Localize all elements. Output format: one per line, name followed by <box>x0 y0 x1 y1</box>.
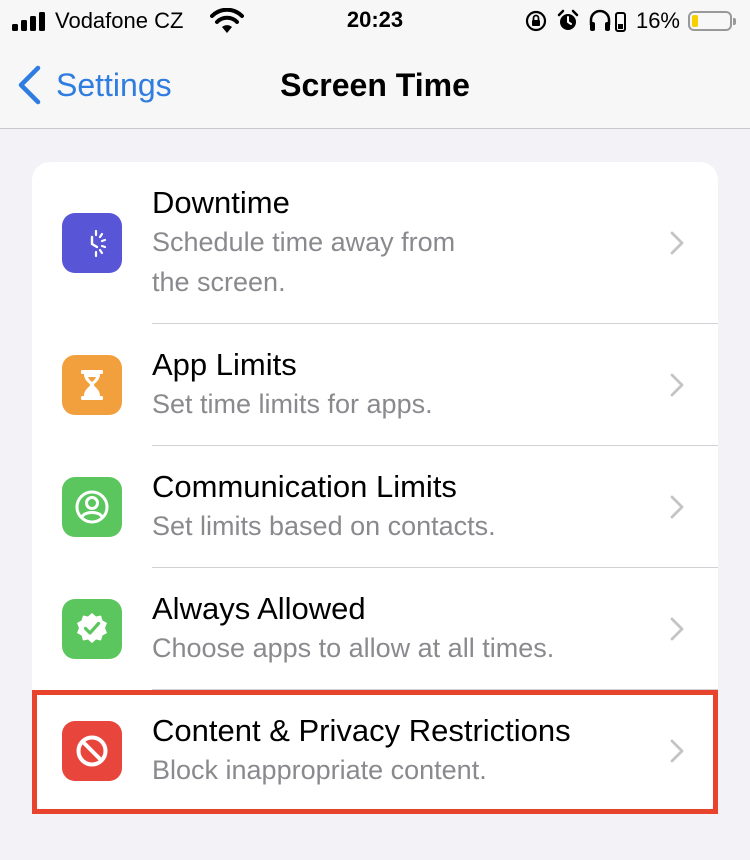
row-always-allowed[interactable]: Always Allowed Choose apps to allow at a… <box>32 568 718 690</box>
rotation-lock-icon <box>525 10 547 32</box>
row-icon-tile <box>62 721 122 781</box>
restriction-icon <box>76 735 108 767</box>
row-text: App Limits Set time limits for apps. <box>152 346 718 424</box>
row-content-privacy-restrictions[interactable]: Content & Privacy Restrictions Block ina… <box>32 690 718 812</box>
status-right-group: 16% <box>524 6 738 36</box>
row-icon-tile <box>62 355 122 415</box>
chevron-right-icon <box>670 373 684 396</box>
row-app-limits[interactable]: App Limits Set time limits for apps. <box>32 324 718 446</box>
chevron-right-icon <box>670 739 684 763</box>
battery-percent: 16% <box>635 8 680 33</box>
row-subtitle: Block inappropriate content. <box>152 755 487 785</box>
row-icon-tile <box>62 599 122 659</box>
battery-fill <box>692 15 698 27</box>
status-bar: Vodafone CZ 20:23 16% <box>0 0 750 44</box>
row-icon-tile <box>62 213 122 273</box>
chevron-right-icon <box>670 231 684 254</box>
row-title: Content & Privacy Restrictions <box>152 713 571 748</box>
downtime-icon <box>78 229 107 258</box>
person-circle-icon <box>75 490 109 524</box>
chevron-right-icon <box>670 617 684 640</box>
row-body: Content & Privacy Restrictions Block ina… <box>152 690 718 812</box>
navigation-bar: Settings Screen Time <box>0 44 750 129</box>
row-body: Communication Limits Set limits based on… <box>152 446 718 568</box>
row-text: Communication Limits Set limits based on… <box>152 468 718 546</box>
row-subtitle: Schedule time away from the screen. <box>152 226 456 297</box>
row-body: Always Allowed Choose apps to allow at a… <box>152 568 718 690</box>
checkmark-seal-icon <box>77 613 107 643</box>
page-title: Screen Time <box>280 67 470 103</box>
row-body: App Limits Set time limits for apps. <box>152 324 718 446</box>
row-title: Always Allowed <box>152 590 366 626</box>
row-subtitle: Choose apps to allow at all times. <box>152 632 555 663</box>
row-text: Always Allowed Choose apps to allow at a… <box>152 590 718 668</box>
battery-icon <box>688 11 736 31</box>
row-subtitle: Set limits based on contacts. <box>152 510 496 541</box>
hourglass-icon <box>81 370 103 400</box>
screen-time-options-list: Downtime Schedule time away from the scr… <box>32 162 718 812</box>
row-subtitle: Set time limits for apps. <box>152 388 433 419</box>
row-text: Downtime Schedule time away from the scr… <box>152 184 718 302</box>
row-title: App Limits <box>152 346 297 382</box>
row-body: Downtime Schedule time away from the scr… <box>152 162 718 324</box>
alarm-icon <box>557 9 579 30</box>
headphones-icon <box>589 9 626 32</box>
row-downtime[interactable]: Downtime Schedule time away from the scr… <box>32 162 718 324</box>
row-title: Downtime <box>152 184 290 220</box>
row-text: Content & Privacy Restrictions Block ina… <box>152 712 718 790</box>
row-icon-tile <box>62 477 122 537</box>
row-title: Communication Limits <box>152 468 457 504</box>
chevron-right-icon <box>670 495 684 518</box>
row-communication-limits[interactable]: Communication Limits Set limits based on… <box>32 446 718 568</box>
